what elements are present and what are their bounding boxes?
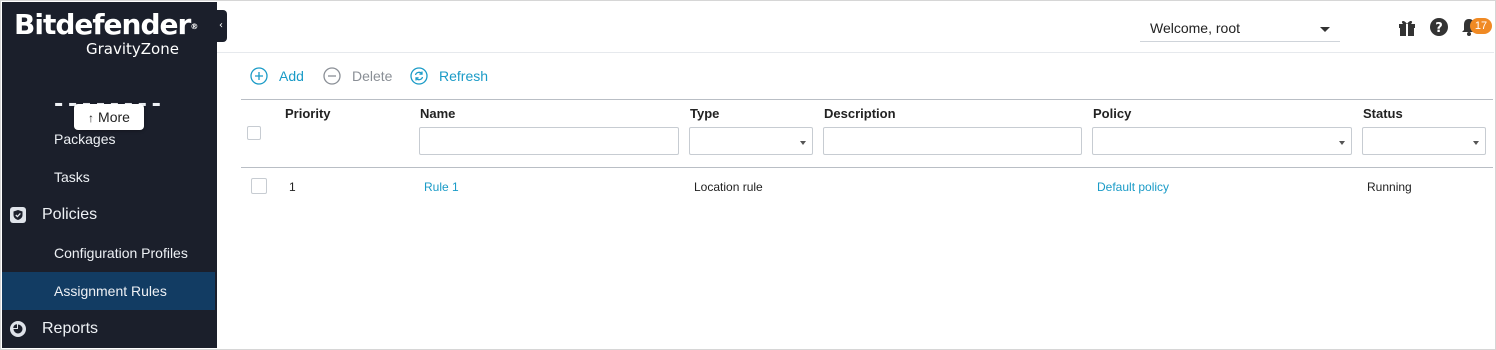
sidebar: Bitdefender® GravityZone ▪ ▪ ▪ ▪ ▪ ▪ ▪ ▪…	[2, 2, 217, 348]
more-label: More	[98, 109, 130, 125]
registered-mark: ®	[190, 22, 198, 31]
notifications-badge: 17	[1470, 18, 1492, 34]
arrow-up-icon: ↑	[88, 111, 95, 125]
help-icon[interactable]: ?	[1428, 16, 1450, 38]
description-filter-input[interactable]	[823, 127, 1082, 155]
welcome-text: Welcome, root	[1150, 20, 1240, 36]
column-header-policy[interactable]: Policy	[1093, 106, 1131, 121]
row-checkbox[interactable]	[251, 178, 267, 194]
refresh-icon	[410, 67, 428, 92]
sidebar-item-label: Reports	[42, 320, 99, 337]
grid-header-divider	[241, 167, 1493, 168]
sidebar-item-tasks[interactable]: Tasks	[2, 158, 215, 196]
brand-name: Bitdefender	[14, 8, 191, 41]
sidebar-item-label: Packages	[54, 131, 116, 147]
sidebar-item-label: Assignment Rules	[54, 283, 167, 299]
cell-type: Location rule	[694, 180, 763, 194]
chevron-left-icon: ‹	[219, 20, 223, 31]
sidebar-item-label: Tasks	[54, 169, 90, 185]
delete-label: Delete	[352, 68, 393, 84]
gift-icon[interactable]	[1396, 16, 1418, 38]
sidebar-item-configuration-profiles[interactable]: Configuration Profiles	[2, 234, 215, 272]
add-label: Add	[279, 68, 304, 84]
sidebar-item-assignment-rules[interactable]: Assignment Rules	[2, 272, 215, 310]
more-button[interactable]: ↑ More	[74, 104, 144, 130]
sidebar-item-label: Configuration Profiles	[54, 245, 188, 261]
column-header-description[interactable]: Description	[824, 106, 896, 121]
user-menu-dropdown[interactable]: Welcome, root	[1140, 16, 1340, 42]
sidebar-item-reports[interactable]: Reports	[2, 310, 215, 348]
minus-circle-icon	[323, 67, 341, 92]
cell-status: Running	[1367, 180, 1412, 194]
shield-icon	[10, 207, 26, 223]
reports-icon	[10, 321, 26, 337]
cell-policy-link[interactable]: Default policy	[1097, 180, 1169, 194]
select-all-checkbox[interactable]	[247, 126, 261, 140]
type-filter-select[interactable]	[689, 127, 813, 155]
cell-priority: 1	[289, 180, 296, 194]
column-header-status[interactable]: Status	[1363, 106, 1403, 121]
svg-text:?: ?	[1435, 21, 1443, 36]
column-header-type[interactable]: Type	[690, 106, 719, 121]
refresh-label: Refresh	[439, 68, 489, 84]
column-header-priority[interactable]: Priority	[285, 106, 331, 121]
policy-filter-select[interactable]	[1092, 127, 1352, 155]
plus-circle-icon	[250, 67, 268, 92]
column-header-name[interactable]: Name	[420, 106, 455, 121]
product-name: GravityZone	[86, 40, 179, 58]
name-filter-input[interactable]	[419, 127, 679, 155]
header-divider	[217, 52, 1494, 53]
sidebar-item-policies[interactable]: Policies	[2, 196, 215, 234]
cell-name-link[interactable]: Rule 1	[424, 180, 459, 194]
grid-top-border	[241, 99, 1493, 100]
caret-down-icon	[1320, 27, 1330, 32]
sidebar-item-label: Policies	[42, 206, 98, 223]
status-filter-select[interactable]	[1362, 127, 1486, 155]
brand-logo[interactable]: Bitdefender® GravityZone	[14, 8, 198, 59]
collapse-sidebar-button[interactable]: ‹	[215, 10, 227, 42]
